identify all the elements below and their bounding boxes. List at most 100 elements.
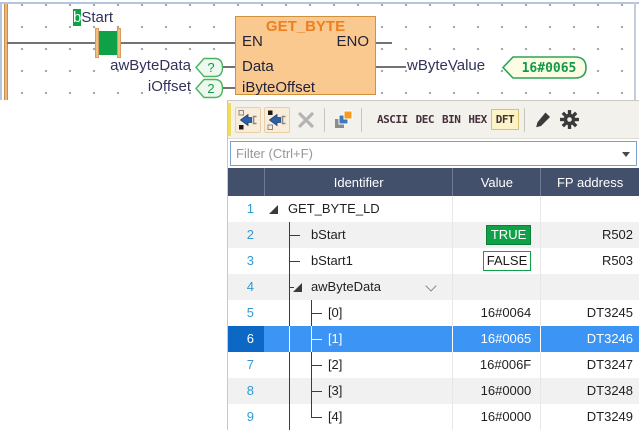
delete-button[interactable] [293, 107, 319, 133]
filter-placeholder: Filter (Ctrl+F) [231, 146, 313, 161]
pin-ibyteoffset: iByteOffset [242, 79, 315, 96]
row-number[interactable]: 3 [228, 248, 264, 274]
table-row[interactable]: 1 GET_BYTE_LD [228, 196, 639, 222]
identifier-label[interactable]: bStart1 [311, 253, 353, 268]
pin-eno: ENO [336, 33, 369, 50]
value-cell [452, 274, 540, 300]
get-byte-function-block[interactable]: GET_BYTE EN ENO Data iByteOffset [235, 16, 376, 95]
wire [376, 42, 392, 44]
identifier-cell: [4] [264, 404, 453, 430]
settings-button[interactable] [556, 107, 582, 133]
format-dft-button[interactable]: DFT [491, 109, 519, 130]
row-number[interactable]: 4 [228, 274, 264, 300]
layers-button[interactable] [330, 107, 356, 133]
fp-address-cell: DT3247 [540, 352, 639, 378]
table-row[interactable]: 4 awByteData [228, 274, 639, 300]
identifier-cell: awByteData [264, 274, 453, 300]
toolbar-separator [324, 108, 325, 132]
value-cell: 16#006F [452, 352, 540, 378]
table-row[interactable]: 8 [3] 16#0000DT3248 [228, 378, 639, 404]
identifier-cell: bStart [264, 222, 453, 248]
layers-icon [332, 109, 354, 131]
value-cell: 16#0064 [452, 300, 540, 326]
fp-address-cell [540, 274, 639, 300]
identifier-label[interactable]: [3] [328, 383, 342, 398]
row-number[interactable]: 6 [228, 326, 264, 352]
format-hex-button[interactable]: HEX [464, 109, 490, 130]
network-right-border [634, 2, 636, 100]
output-value-tag[interactable]: 16#0065 [502, 55, 588, 80]
table-row[interactable]: 3bStart1FALSER503 [228, 248, 639, 274]
output-wbytevalue-label[interactable]: wByteValue [407, 57, 485, 74]
header-identifier[interactable]: Identifier [264, 168, 453, 196]
pin-data: Data [242, 58, 274, 75]
fp-address-cell: DT3248 [540, 378, 639, 404]
row-number[interactable]: 2 [228, 222, 264, 248]
table-row[interactable]: 5[0]16#0064DT3245 [228, 300, 639, 326]
format-ascii-button[interactable]: ASCII [373, 109, 412, 130]
table-row[interactable]: 9[4]16#0000DT3249 [228, 404, 639, 430]
header-row-number[interactable] [228, 168, 264, 196]
svg-text:2: 2 [207, 81, 214, 96]
header-value[interactable]: Value [452, 168, 540, 196]
svg-text:?: ? [207, 60, 214, 75]
row-number[interactable]: 8 [228, 378, 264, 404]
edit-pencil-icon [533, 110, 553, 130]
fp-address-cell: R503 [540, 248, 639, 274]
contact-true-state [99, 31, 117, 55]
identifier-cell: GET_BYTE_LD [264, 196, 453, 222]
fp-address-cell: DT3246 [540, 326, 639, 352]
identifier-label[interactable]: [0] [328, 305, 342, 320]
table-row[interactable]: 2 bStart TRUE R502 [228, 222, 639, 248]
identifier-label[interactable]: awByteData [311, 279, 381, 294]
identifier-label[interactable]: [2] [328, 357, 342, 372]
left-power-rail [4, 4, 8, 100]
table-row[interactable]: 6 [1] 16#0065DT3246 [228, 326, 639, 352]
value-cell: 16#0000 [452, 404, 540, 430]
toolbar-edge-strip [228, 103, 231, 136]
chevron-down-icon[interactable] [425, 280, 436, 291]
watch-table-body: 1GET_BYTE_LD2bStartTRUER5023bStart1FALSE… [228, 196, 639, 430]
value-cell: TRUE [452, 222, 540, 248]
value-cell [452, 196, 540, 222]
format-bin-button[interactable]: BIN [438, 109, 464, 130]
insert-variable-after-button[interactable] [264, 107, 290, 133]
identifier-label[interactable]: bStart [311, 227, 346, 242]
header-fp-address[interactable]: FP address [540, 168, 639, 196]
contact-label[interactable]: bStart [73, 9, 113, 26]
identifier-label[interactable]: [4] [328, 409, 342, 424]
arg-awbytedata-label[interactable]: awByteData [60, 57, 191, 74]
fp-address-cell [540, 196, 639, 222]
row-number[interactable]: 9 [228, 404, 264, 430]
edit-button[interactable] [530, 107, 556, 133]
identifier-cell: [3] [264, 378, 453, 404]
value-cell: 16#0000 [452, 378, 540, 404]
true-value-badge: TRUE [486, 225, 531, 245]
identifier-cell: [0] [264, 300, 453, 326]
value-cell: 16#0065 [452, 326, 540, 352]
insert-variable-before-icon [237, 109, 259, 131]
insert-variable-before-button[interactable] [235, 107, 261, 133]
identifier-label[interactable]: [1] [328, 331, 342, 346]
svg-text:16#0065: 16#0065 [522, 61, 577, 76]
filter-input[interactable]: Filter (Ctrl+F) [230, 141, 637, 166]
fbd-editor-area[interactable]: bStart awByteData ? iOffset 2 GET_BYTE E… [0, 0, 639, 100]
identifier-cell: [1] [264, 326, 453, 352]
network-left-border [0, 2, 2, 100]
format-dec-button[interactable]: DEC [412, 109, 438, 130]
fp-address-cell: R502 [540, 222, 639, 248]
wire [7, 42, 235, 44]
row-number[interactable]: 1 [228, 196, 264, 222]
row-number[interactable]: 5 [228, 300, 264, 326]
identifier-cell: [2] [264, 352, 453, 378]
wire [223, 66, 235, 68]
arg-ioffset-label[interactable]: iOffset [60, 78, 191, 95]
identifier-label[interactable]: GET_BYTE_LD [288, 201, 380, 216]
filter-dropdown-arrow-icon[interactable] [622, 152, 630, 157]
arg-awbytedata-tag[interactable]: ? [195, 57, 224, 78]
table-row[interactable]: 7 [2] 16#006FDT3247 [228, 352, 639, 378]
expander-triangle-icon[interactable] [269, 205, 278, 214]
arg-ioffset-tag[interactable]: 2 [195, 78, 224, 99]
expander-triangle-icon[interactable] [293, 283, 302, 292]
row-number[interactable]: 7 [228, 352, 264, 378]
